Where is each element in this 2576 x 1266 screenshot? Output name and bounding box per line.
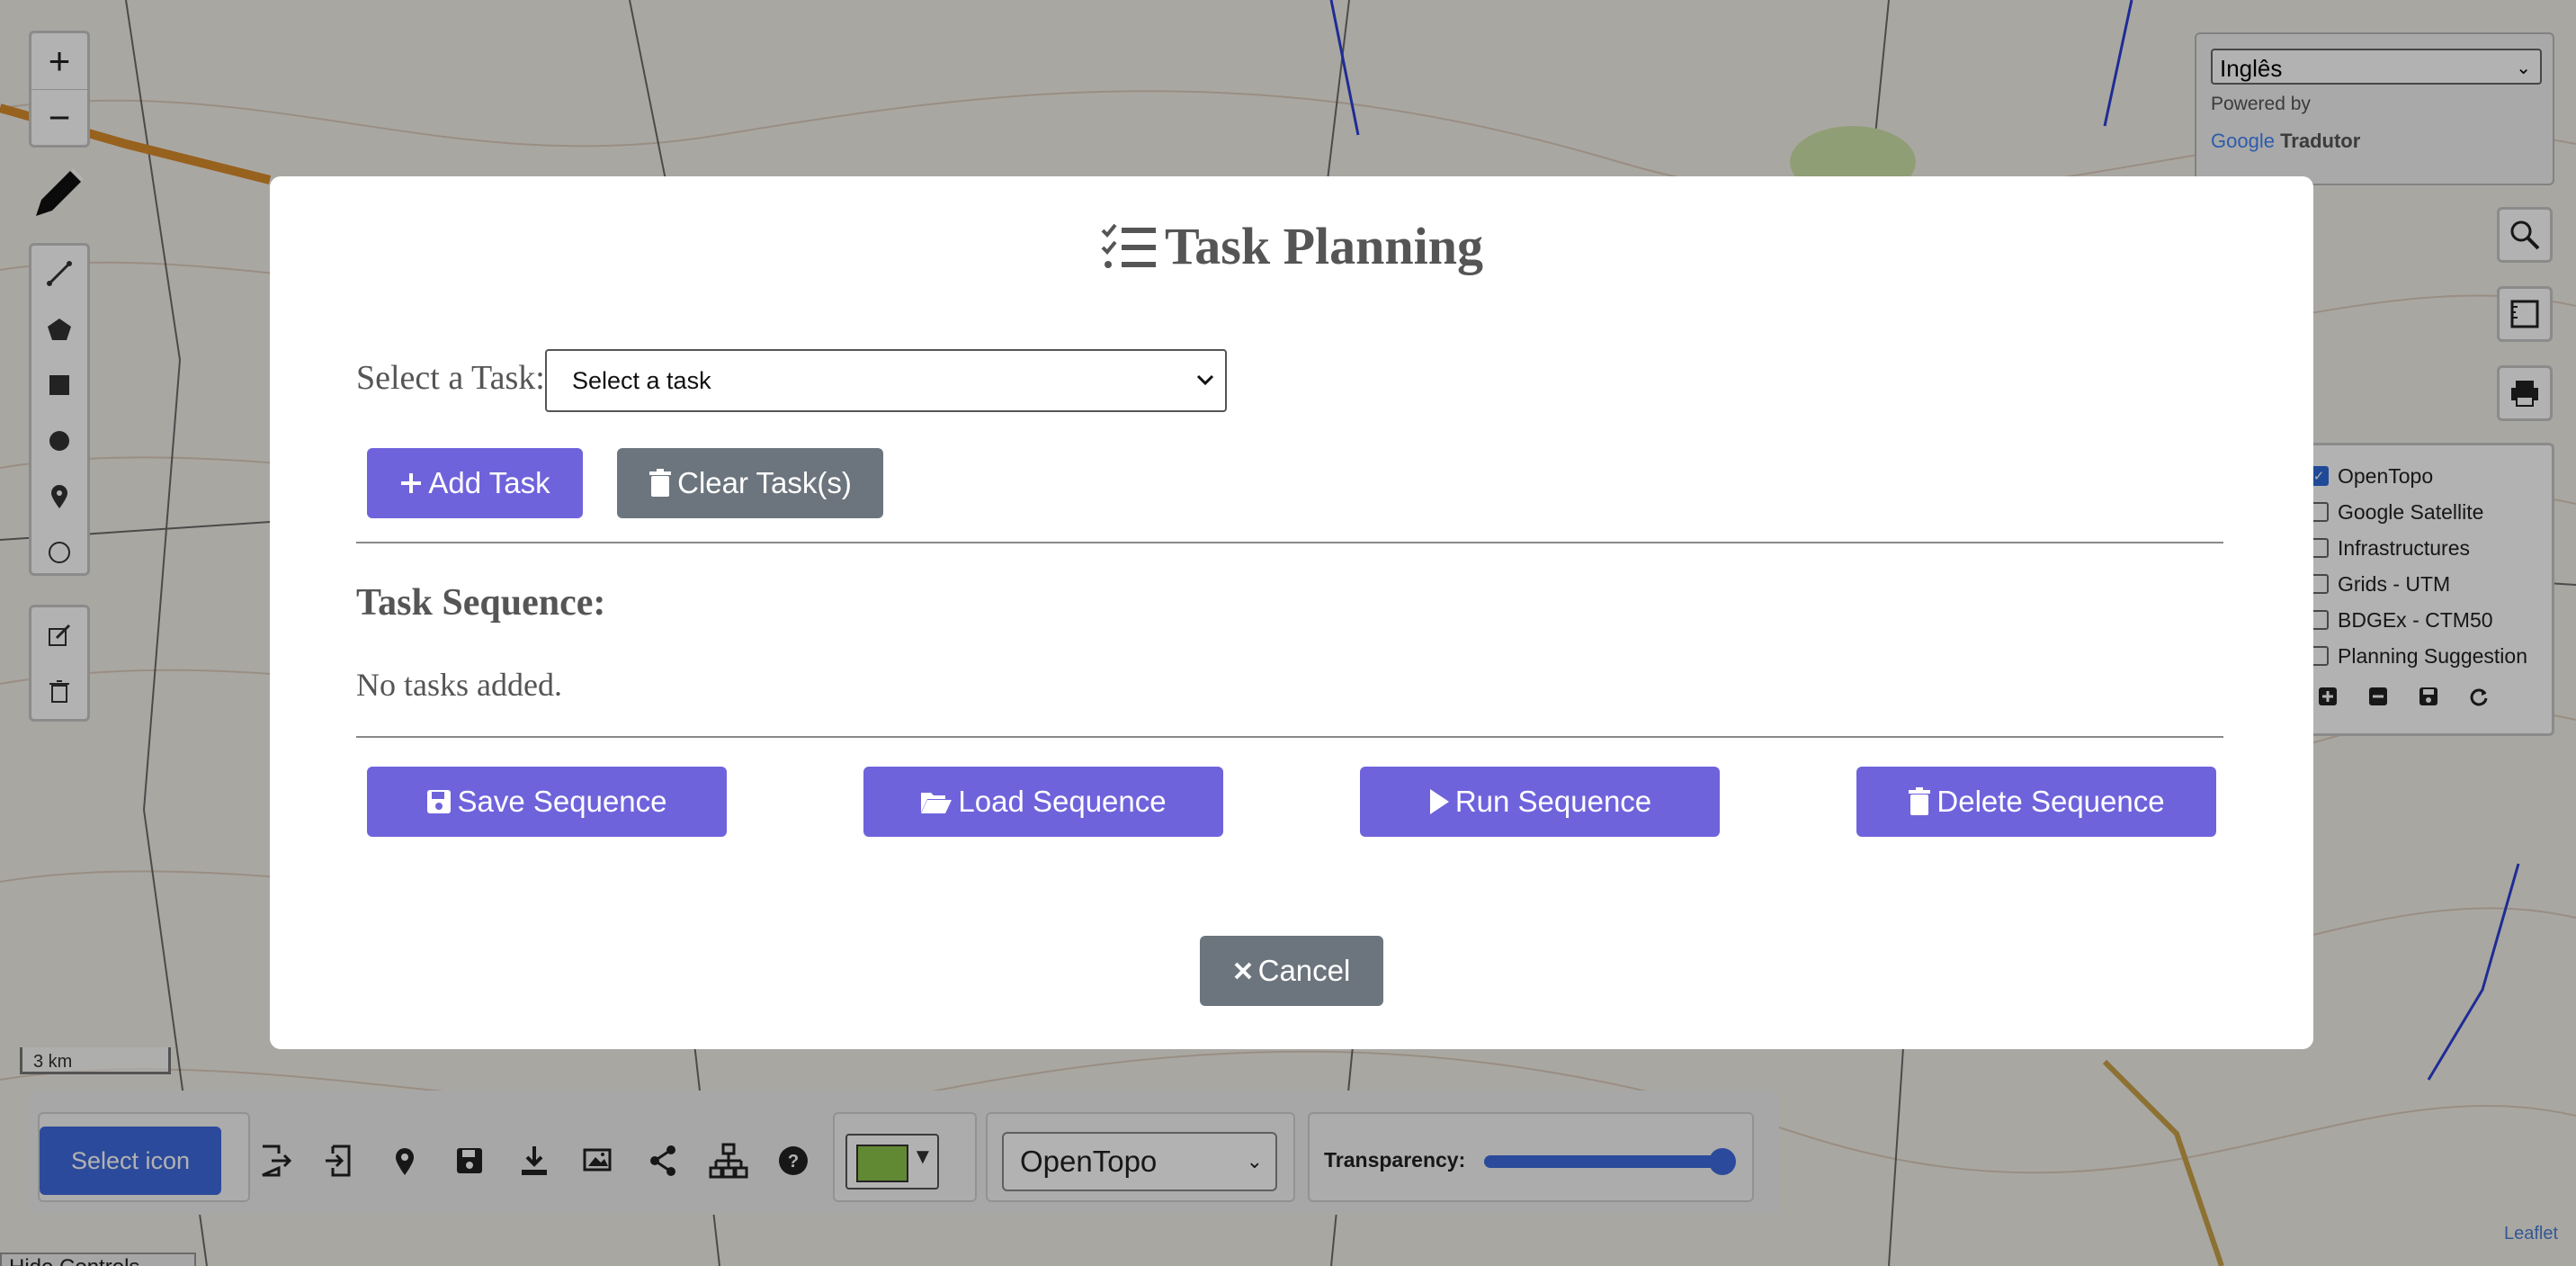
delete-sequence-button[interactable]: Delete Sequence: [1856, 767, 2216, 837]
select-task-label: Select a Task:: [356, 359, 545, 397]
chevron-down-icon: [1196, 374, 1214, 386]
folder-open-icon: [921, 793, 953, 813]
play-icon: [1429, 789, 1449, 814]
modal-title-text: Task Planning: [1164, 217, 1484, 275]
trash-icon: [1909, 787, 1931, 815]
task-planning-modal: Task Planning Select a Task: Select a ta…: [270, 176, 2313, 1049]
divider: [356, 542, 2223, 543]
cancel-button[interactable]: Cancel: [1200, 936, 1383, 1006]
save-sequence-button[interactable]: Save Sequence: [367, 767, 727, 837]
delete-sequence-label: Delete Sequence: [1936, 785, 2165, 818]
cancel-label: Cancel: [1257, 954, 1351, 987]
plus-icon: [401, 473, 422, 493]
task-sequence-heading: Task Sequence:: [356, 582, 606, 624]
modal-title: Task Planning: [270, 216, 2313, 276]
close-icon: [1234, 962, 1252, 980]
load-sequence-button[interactable]: Load Sequence: [863, 767, 1223, 837]
add-task-label: Add Task: [428, 466, 550, 499]
trash-icon: [649, 469, 672, 497]
task-list-icon: [1101, 223, 1156, 268]
clear-tasks-label: Clear Task(s): [677, 466, 852, 499]
clear-tasks-button[interactable]: Clear Task(s): [617, 448, 883, 518]
add-task-button[interactable]: Add Task: [367, 448, 583, 518]
run-sequence-button[interactable]: Run Sequence: [1360, 767, 1720, 837]
task-select[interactable]: Select a task: [545, 349, 1227, 412]
run-sequence-label: Run Sequence: [1454, 785, 1652, 818]
load-sequence-label: Load Sequence: [958, 785, 1167, 818]
floppy-disk-icon: [427, 790, 452, 813]
divider: [356, 736, 2223, 738]
save-sequence-label: Save Sequence: [457, 785, 667, 818]
empty-tasks-message: No tasks added.: [356, 667, 562, 703]
task-select-value: Select a task: [572, 367, 711, 394]
